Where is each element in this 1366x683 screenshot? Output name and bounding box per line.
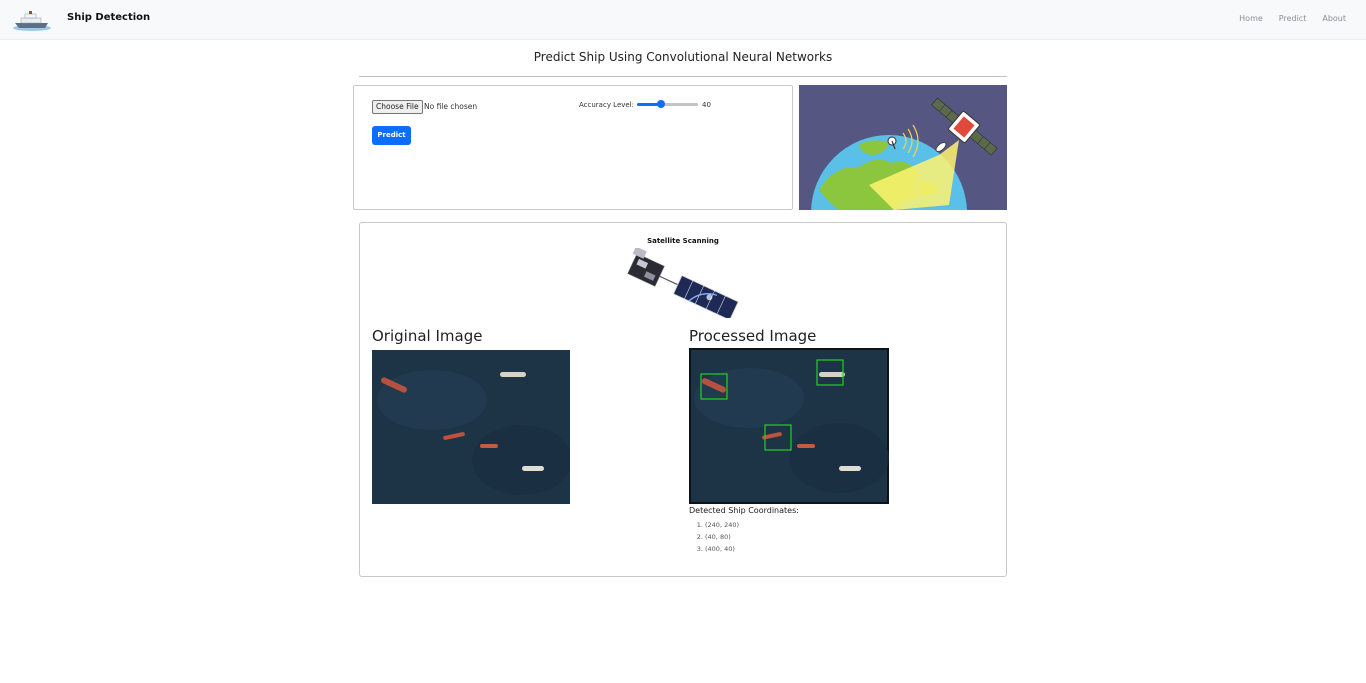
- detected-coordinates-label: Detected Ship Coordinates:: [689, 506, 799, 515]
- processed-image-heading: Processed Image: [689, 327, 817, 345]
- original-satellite-image: [372, 350, 570, 504]
- results-card: Satellite Scanning Original Image Proces…: [359, 222, 1007, 577]
- nav-links: Home Predict About: [1223, 14, 1346, 23]
- original-image-heading: Original Image: [372, 327, 483, 345]
- page-title: Predict Ship Using Convolutional Neural …: [533, 50, 833, 64]
- satellite-earth-illustration: [799, 85, 1007, 210]
- accuracy-slider-thumb[interactable]: [657, 100, 666, 108]
- brand-name[interactable]: Ship Detection: [67, 12, 150, 23]
- accuracy-value: 40: [702, 101, 711, 109]
- choose-file-button[interactable]: Choose File: [372, 100, 423, 114]
- file-status-text: No file chosen: [424, 102, 478, 111]
- nav-link-about[interactable]: About: [1322, 14, 1346, 23]
- detected-coordinates-list: (240, 240) (40, 80) (400, 40): [689, 519, 739, 555]
- scanning-satellite-image: [627, 248, 739, 318]
- coordinate-item: (400, 40): [705, 543, 739, 555]
- upload-card: Choose File No file chosen Accuracy Leve…: [353, 85, 793, 210]
- satellite-scanning-label: Satellite Scanning: [647, 237, 719, 245]
- coordinate-item: (40, 80): [705, 531, 739, 543]
- predict-button[interactable]: Predict: [372, 126, 411, 145]
- nav-link-home[interactable]: Home: [1239, 14, 1263, 23]
- nav-link-predict[interactable]: Predict: [1279, 14, 1307, 23]
- navbar: Ship Detection Home Predict About: [0, 0, 1366, 40]
- ship-logo-icon[interactable]: [12, 8, 52, 32]
- coordinate-item: (240, 240): [705, 519, 739, 531]
- processed-satellite-image: [689, 348, 889, 504]
- title-divider: [359, 76, 1007, 77]
- accuracy-label: Accuracy Level:: [579, 101, 635, 109]
- accuracy-slider[interactable]: [637, 100, 698, 108]
